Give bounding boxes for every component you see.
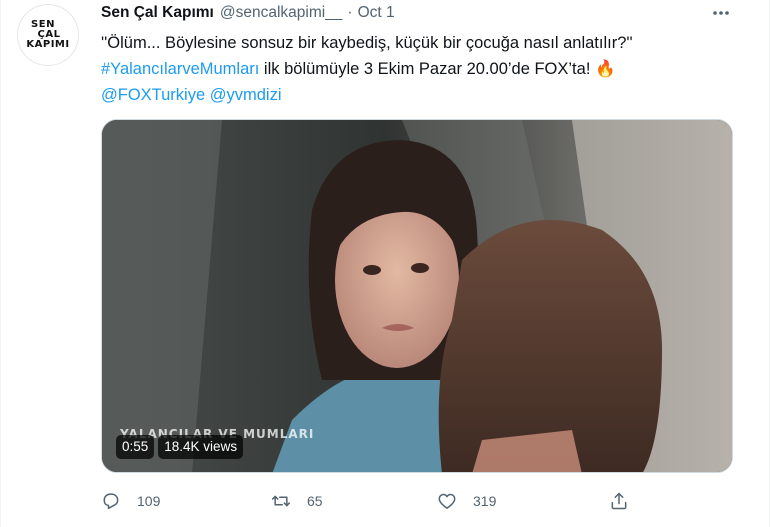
tweet-header: Sen Çal Kapımı @sencalkapimi__ · Oct 1 xyxy=(101,2,395,24)
timestamp[interactable]: Oct 1 xyxy=(358,4,395,22)
tweet-text-line: @FOXTurkiye @yvmdizi xyxy=(101,82,731,108)
retweet-button[interactable]: 65 xyxy=(271,486,323,516)
heart-icon xyxy=(438,493,456,509)
mention-link[interactable]: @yvmdizi xyxy=(210,86,282,104)
tweet-actions: 109 65 319 xyxy=(101,486,641,516)
reply-button[interactable]: 109 xyxy=(101,486,160,516)
avatar[interactable]: SEN ÇAL KAPIMI xyxy=(17,4,79,66)
share-icon xyxy=(611,492,627,510)
display-name[interactable]: Sen Çal Kapımı xyxy=(101,4,214,22)
reply-icon xyxy=(103,493,119,510)
mention-link[interactable]: @FOXTurkiye xyxy=(101,86,205,104)
like-button[interactable]: 319 xyxy=(437,486,496,516)
retweet-icon xyxy=(271,495,291,507)
tweet-text: ''Ölüm... Böylesine sonsuz bir kaybediş,… xyxy=(101,30,731,108)
reply-count: 109 xyxy=(137,493,161,509)
like-count: 319 xyxy=(473,493,497,509)
tweet[interactable]: SEN ÇAL KAPIMI Sen Çal Kapımı @sencalkap… xyxy=(0,0,770,527)
hashtag-link[interactable]: #YalancılarveMumları xyxy=(101,60,259,78)
share-button[interactable] xyxy=(609,486,629,516)
video-duration-badge: 0:55 xyxy=(116,435,155,459)
user-handle[interactable]: @sencalkapimi__ xyxy=(220,4,343,22)
video-thumbnail: YALANCILAR VE MUMLARI xyxy=(102,120,732,472)
retweet-count: 65 xyxy=(307,493,323,509)
video-views-badge: 18.4K views xyxy=(158,435,244,459)
video-player[interactable]: YALANCILAR VE MUMLARI 0:55 18.4K views xyxy=(101,119,733,473)
separator-dot: · xyxy=(347,4,353,21)
more-horizontal-icon xyxy=(713,11,729,15)
tweet-text-segment: ilk bölümüyle 3 Ekim Pazar 20.00’de FOX’… xyxy=(259,60,616,78)
video-badges: 0:55 18.4K views xyxy=(116,435,244,459)
tweet-text-line: #YalancılarveMumları ilk bölümüyle 3 Eki… xyxy=(101,56,731,82)
avatar-text-line: KAPIMI xyxy=(26,39,70,50)
more-options-button[interactable] xyxy=(709,2,733,24)
tweet-text-line: ''Ölüm... Böylesine sonsuz bir kaybediş,… xyxy=(101,34,633,52)
